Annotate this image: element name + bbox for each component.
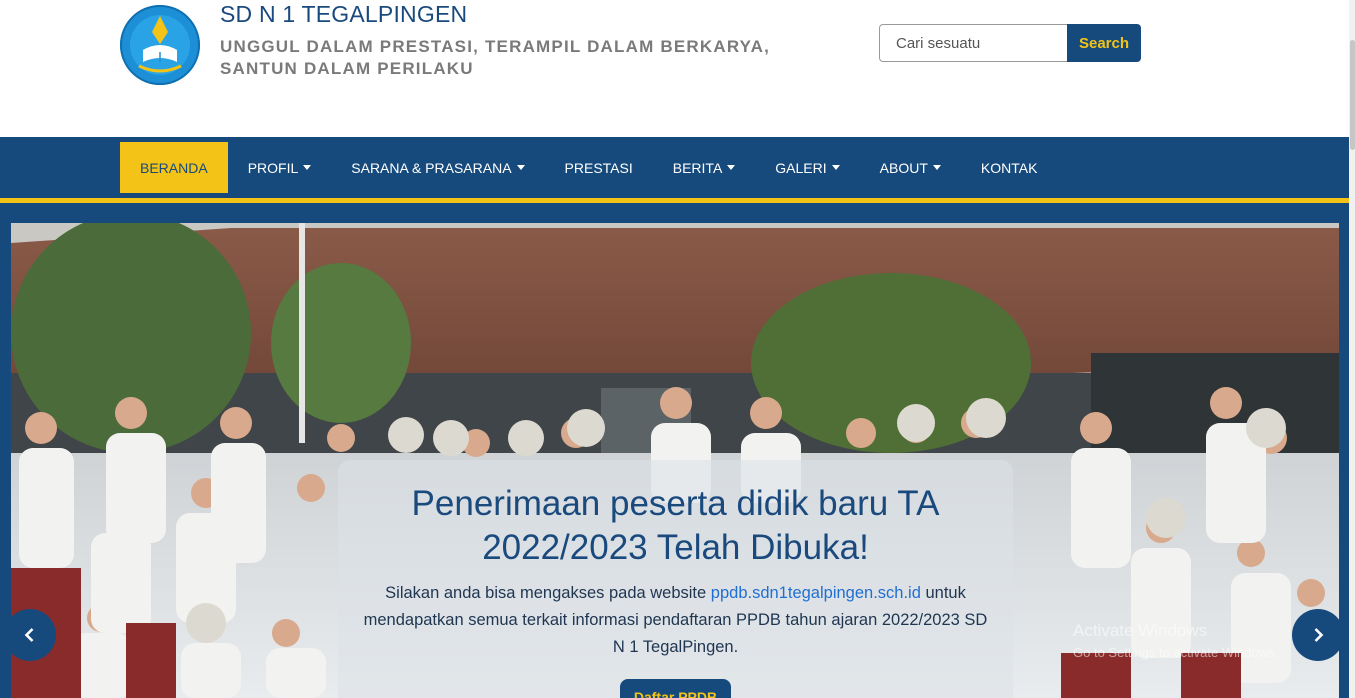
nav-item-label: KONTAK [980, 159, 1038, 176]
site-title[interactable]: SD N 1 TEGALPINGEN [220, 1, 467, 28]
nav-item-berita[interactable]: BERITA [653, 142, 756, 193]
caret-down-icon [727, 165, 736, 170]
nav-item-label: PROFIL [247, 159, 299, 176]
carousel-prev-button[interactable] [4, 609, 56, 661]
caption-title: Penerimaan peserta didik baru TA 2022/20… [411, 484, 940, 567]
nav-list: BERANDA PROFIL SARANA & PRASARANA PRESTA… [120, 142, 1057, 193]
nav-item-prestasi[interactable]: PRESTASI [545, 142, 653, 193]
chevron-right-icon [1314, 628, 1324, 642]
caption-text: Silakan anda bisa mengakses pada website… [338, 580, 1013, 661]
carousel-next-button[interactable] [1292, 609, 1344, 661]
page: SD N 1 TEGALPINGEN UNGGUL DALAM PRESTASI… [0, 0, 1355, 698]
nav-item-label: GALERI [775, 159, 827, 176]
nav-item-label: PRESTASI [564, 159, 633, 176]
nav-item-sarana-prasarana[interactable]: SARANA & PRASARANA [331, 142, 544, 193]
nav-item-profil[interactable]: PROFIL [228, 142, 332, 193]
nav-item-about[interactable]: ABOUT [860, 142, 961, 193]
nav-item-label: SARANA & PRASARANA [351, 159, 512, 176]
caret-down-icon [516, 165, 525, 170]
caption-text-before: Silakan anda bisa mengakses pada website [385, 584, 711, 602]
nav-item-label: BERANDA [140, 159, 208, 176]
daftar-ppdb-button[interactable]: Daftar PPDB [619, 679, 732, 698]
watermark-title: Activate Windows [1073, 621, 1208, 640]
search-input[interactable] [879, 24, 1068, 62]
nav-item-galeri[interactable]: GALERI [755, 142, 859, 193]
ppdb-website-link[interactable]: ppdb.sdn1tegalpingen.sch.id [711, 584, 921, 602]
nav-item-kontak[interactable]: KONTAK [961, 142, 1058, 193]
caret-down-icon [303, 165, 312, 170]
scrollbar-thumb[interactable] [1350, 40, 1355, 150]
caret-down-icon [932, 165, 941, 170]
search-button[interactable]: Search [1067, 24, 1141, 62]
chevron-left-icon [24, 628, 34, 642]
nav-item-beranda[interactable]: BERANDA [120, 142, 228, 193]
nav-item-label: BERITA [672, 159, 723, 176]
activate-windows-watermark: Activate Windows Go to Settings to activ… [1073, 620, 1278, 664]
main-navbar: BERANDA PROFIL SARANA & PRASARANA PRESTA… [0, 137, 1349, 198]
nav-item-label: ABOUT [879, 159, 928, 176]
school-logo-icon[interactable] [119, 2, 201, 88]
caret-down-icon [831, 165, 840, 170]
carousel-caption: Penerimaan peserta didik baru TA 2022/20… [338, 460, 1013, 698]
site-tagline: UNGGUL DALAM PRESTASI, TERAMPIL DALAM BE… [220, 37, 771, 78]
site-header: SD N 1 TEGALPINGEN UNGGUL DALAM PRESTASI… [0, 0, 1349, 137]
watermark-subtitle: Go to Settings to activate Windows. [1073, 645, 1279, 660]
